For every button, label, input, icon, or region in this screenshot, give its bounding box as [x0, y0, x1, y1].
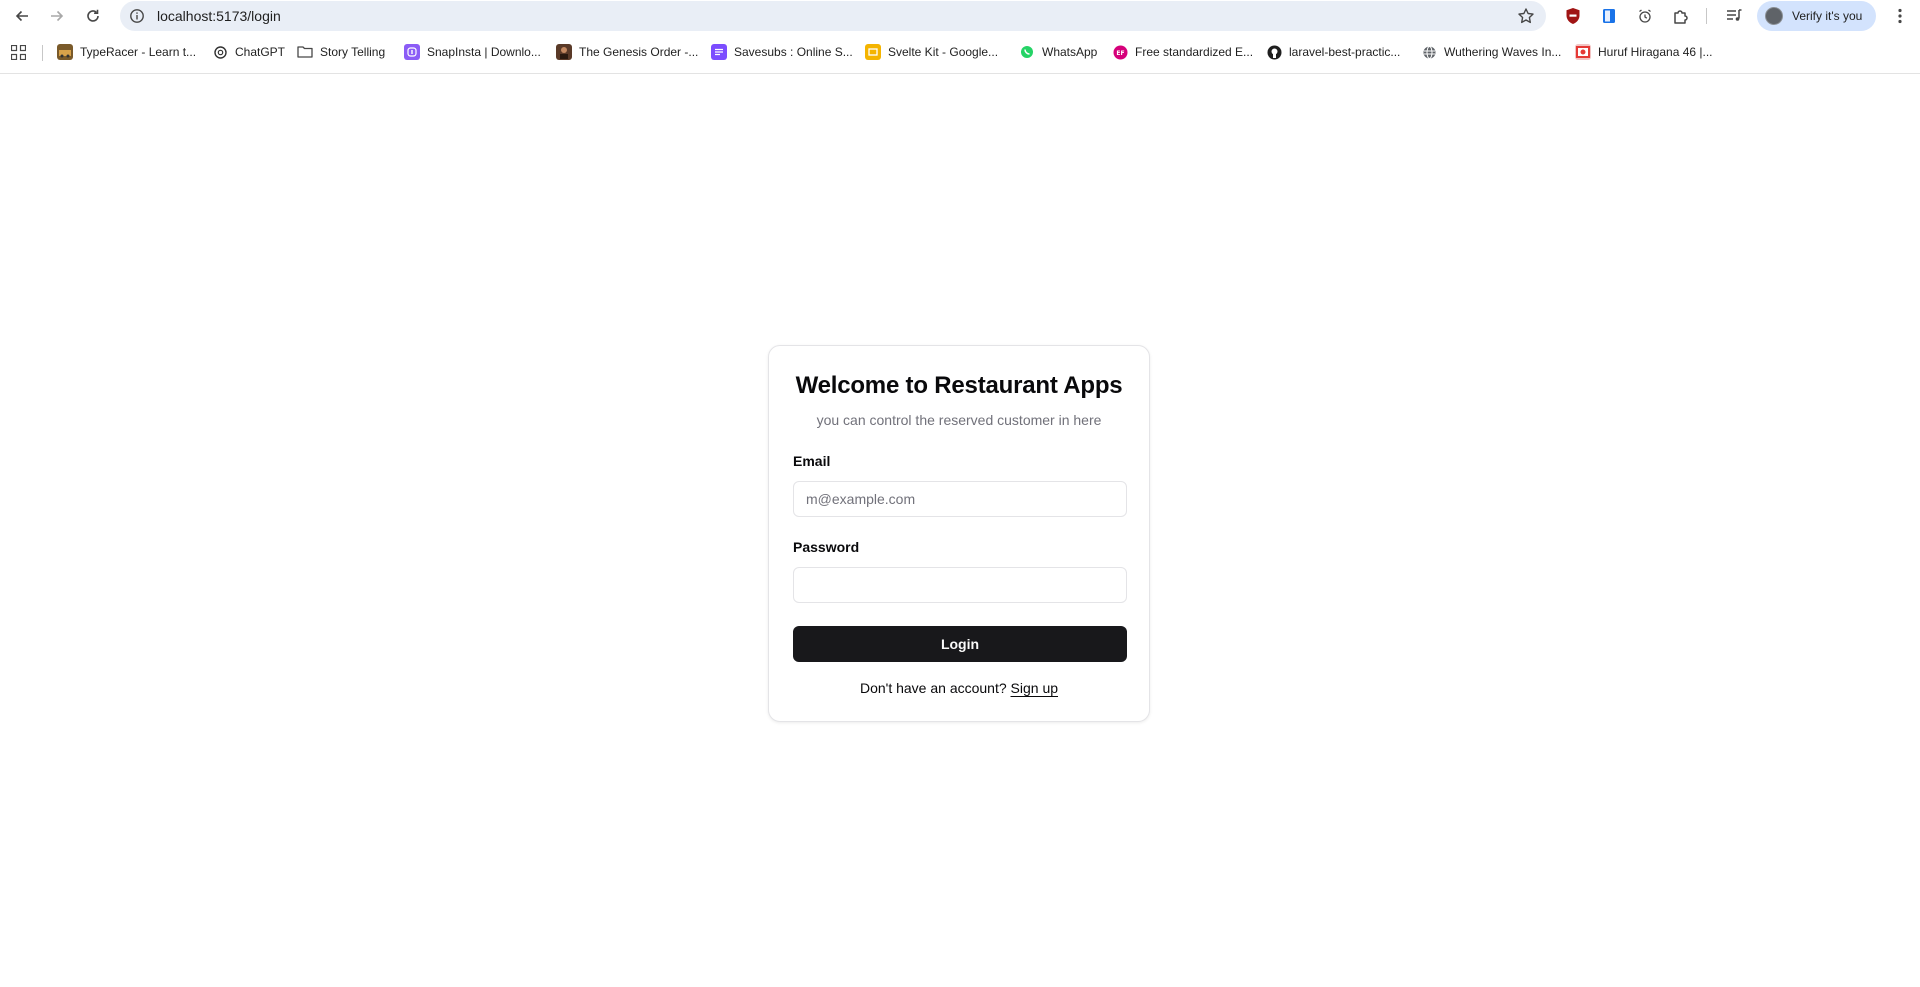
snapinsta-icon [404, 44, 420, 60]
globe-icon [1421, 44, 1437, 60]
arrow-right-icon [51, 10, 64, 22]
bookmark-chatgpt[interactable]: ChatGPT [212, 43, 285, 61]
savesubs-icon [711, 44, 727, 60]
bookmark-label: WhatsApp [1042, 45, 1098, 59]
page-title: Welcome to Restaurant Apps [795, 372, 1123, 399]
extensions-button[interactable] [1670, 5, 1692, 27]
profile-chip[interactable]: Verify it's you [1757, 1, 1876, 31]
media-controls-button[interactable] [1723, 5, 1745, 27]
bookmark-ef-set[interactable]: EF Free standardized E... [1112, 43, 1253, 61]
bookmark-label: Story Telling [320, 45, 386, 59]
bookmark-label: Wuthering Waves In... [1444, 45, 1562, 59]
bookmark-label: laravel-best-practic... [1289, 45, 1401, 59]
bookmark-whatsapp[interactable]: WhatsApp [1019, 43, 1097, 61]
reader-extension-icon[interactable] [1598, 5, 1620, 27]
bookmark-savesubs[interactable]: Savesubs : Online S... [711, 43, 853, 61]
bookmark-label: ChatGPT [235, 45, 286, 59]
bookmark-label: Savesubs : Online S... [734, 45, 853, 59]
whatsapp-icon [1019, 44, 1035, 60]
arrow-left-icon [15, 10, 28, 22]
bookmark-genesis-order[interactable]: The Genesis Order -... [556, 43, 698, 61]
bookmark-huruf-hiragana[interactable]: Huruf Hiragana 46 |... [1575, 43, 1713, 61]
password-label: Password [793, 539, 860, 555]
bookmark-label: Free standardized E... [1135, 45, 1254, 59]
bookmark-svelte-kit[interactable]: Svelte Kit - Google... [865, 43, 998, 61]
alarm-clock-icon [1639, 9, 1651, 23]
more-vertical-icon [1898, 8, 1902, 24]
bookmark-wuthering-waves[interactable]: Wuthering Waves In... [1421, 43, 1561, 61]
bookmark-label: SnapInsta | Downlo... [427, 45, 541, 59]
browser-menu-button[interactable] [1890, 5, 1910, 27]
queue-music-icon [1727, 9, 1742, 21]
bookmark-laravel-best-practices[interactable]: laravel-best-practic... [1266, 43, 1400, 61]
genesis-order-icon [556, 44, 572, 60]
toolbar-bottom-border [0, 73, 1920, 74]
signup-prompt-line: Don't have an account? Sign up [769, 680, 1149, 696]
ublock-extension-icon[interactable] [1562, 5, 1584, 27]
shield-icon [1566, 8, 1580, 24]
book-icon [1603, 9, 1615, 23]
bookmark-star-icon[interactable] [1517, 7, 1535, 25]
profile-chip-label: Verify it's you [1792, 9, 1863, 23]
login-card: Welcome to Restaurant Apps you can contr… [768, 345, 1150, 722]
typeracer-icon [57, 44, 73, 60]
bookmark-story-telling[interactable]: Story Telling [297, 43, 385, 61]
bookmark-typeracer[interactable]: TypeRacer - Learn t... [57, 43, 196, 61]
svg-text:EF: EF [1116, 50, 1124, 57]
signup-prompt: Don't have an account? [859, 680, 1007, 696]
toolbar-divider [1706, 8, 1707, 24]
google-slides-icon [865, 44, 881, 60]
back-button[interactable] [10, 4, 34, 28]
browser-toolbar: localhost:5173/login Verify it's you [0, 0, 1920, 32]
email-label: Email [793, 453, 831, 469]
bookmark-label: The Genesis Order -... [579, 45, 699, 59]
site-info-icon[interactable] [129, 8, 145, 24]
bookmark-label: Huruf Hiragana 46 |... [1598, 45, 1713, 59]
reload-icon [87, 9, 99, 22]
japan-flag-icon [1575, 44, 1591, 60]
url-text[interactable]: localhost:5173/login [157, 8, 281, 24]
password-field[interactable] [793, 567, 1127, 603]
chatgpt-icon [212, 44, 228, 60]
email-field[interactable] [793, 481, 1127, 517]
reload-button[interactable] [81, 4, 105, 28]
avatar [1765, 7, 1783, 25]
bookmarks-divider [42, 45, 43, 61]
login-button[interactable]: Login [793, 626, 1127, 662]
bookmark-label: Svelte Kit - Google... [888, 45, 999, 59]
folder-icon [297, 44, 313, 60]
bookmark-snapinsta[interactable]: SnapInsta | Downlo... [404, 43, 541, 61]
apps-grid-icon[interactable] [11, 45, 26, 60]
address-bar[interactable]: localhost:5173/login [120, 1, 1546, 31]
bookmarks-bar: TypeRacer - Learn t... ChatGPT Story Tel… [0, 38, 1920, 66]
ef-icon: EF [1112, 44, 1128, 60]
signup-link[interactable]: Sign up [1011, 680, 1058, 696]
page-subtitle: you can control the reserved customer in… [816, 412, 1102, 428]
forward-button[interactable] [45, 4, 69, 28]
github-icon [1266, 44, 1282, 60]
bookmark-label: TypeRacer - Learn t... [80, 45, 197, 59]
puzzle-icon [1674, 10, 1688, 24]
alarm-extension-icon[interactable] [1634, 5, 1656, 27]
